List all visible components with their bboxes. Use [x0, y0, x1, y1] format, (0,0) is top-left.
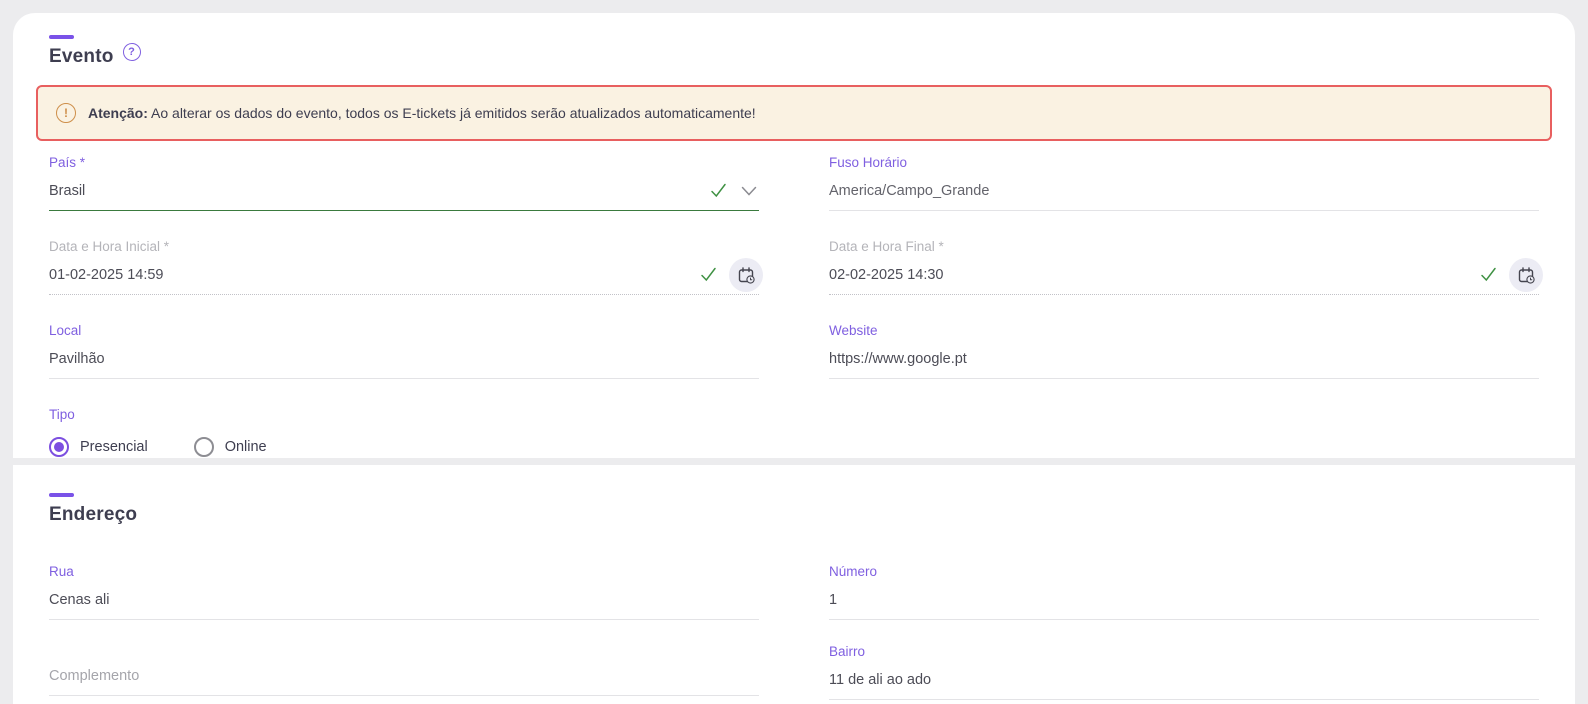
field-complemento [49, 664, 759, 696]
bairro-input[interactable] [829, 672, 1539, 688]
evento-heading-row: Evento ? [49, 43, 1552, 68]
field-pais: País * [49, 155, 759, 211]
numero-label: Número [829, 564, 878, 579]
warning-text: Atenção: Ao alterar os dados do evento, … [88, 105, 756, 121]
radio-presencial-label: Presencial [80, 439, 148, 455]
endereco-right-column: Número Bairro [829, 550, 1539, 700]
rua-label: Rua [49, 564, 74, 579]
warning-icon: ! [56, 103, 76, 123]
numero-input[interactable] [829, 592, 1539, 608]
radio-online-label: Online [224, 439, 267, 455]
endereco-left-column: Rua [49, 550, 759, 700]
field-fuso-horario: Fuso Horário [829, 155, 1539, 211]
data-inicial-label: Data e Hora Inicial * [49, 239, 170, 254]
evento-title: Evento [49, 46, 114, 67]
page: Evento ? ! Atenção: Ao alterar os dados … [0, 0, 1588, 704]
chevron-down-icon[interactable] [739, 182, 759, 200]
datetime-picker-button[interactable] [729, 258, 763, 292]
pais-label: País * [49, 155, 86, 170]
radio-presencial[interactable]: Presencial [49, 437, 148, 457]
evento-section: Evento ? ! Atenção: Ao alterar os dados … [13, 13, 1575, 458]
fuso-horario-label: Fuso Horário [829, 155, 908, 170]
local-label: Local [49, 323, 82, 338]
field-bairro: Bairro [829, 644, 1539, 700]
section-accent-dash [49, 493, 74, 497]
bairro-label: Bairro [829, 644, 866, 659]
valid-check-icon [1481, 267, 1496, 282]
endereco-form-grid: Rua Número [36, 550, 1552, 700]
datetime-picker-button[interactable] [1509, 258, 1543, 292]
warning-text-bold: Atenção: [88, 105, 148, 121]
data-final-label: Data e Hora Final * [829, 239, 944, 254]
field-tipo: Tipo Presencial Online [49, 407, 759, 464]
field-data-final: Data e Hora Final * [829, 239, 1543, 295]
website-label: Website [829, 323, 878, 338]
warning-text-body: Ao alterar os dados do evento, todos os … [147, 105, 756, 121]
rua-input[interactable] [49, 592, 759, 608]
radio-online-circle[interactable] [193, 437, 214, 457]
local-input[interactable] [49, 351, 759, 367]
field-website: Website [829, 323, 1539, 379]
complemento-input[interactable] [49, 668, 759, 684]
field-data-inicial: Data e Hora Inicial * [49, 239, 763, 295]
radio-presencial-circle[interactable] [49, 437, 69, 457]
radio-online[interactable]: Online [193, 437, 267, 457]
warning-alert: ! Atenção: Ao alterar os dados do evento… [36, 85, 1552, 141]
tipo-radio-group: Presencial Online [49, 437, 759, 457]
data-final-input[interactable] [829, 267, 1478, 283]
pais-select[interactable] [49, 183, 708, 199]
evento-right-column: Fuso Horário Data e Hora Final * [829, 141, 1543, 464]
valid-check-icon [701, 267, 716, 282]
endereco-title: Endereço [49, 504, 138, 525]
data-inicial-input[interactable] [49, 267, 698, 283]
field-numero: Número [829, 564, 1539, 620]
help-icon[interactable]: ? [122, 43, 141, 61]
calendar-clock-icon [738, 266, 755, 284]
website-input[interactable] [829, 351, 1539, 367]
endereco-section: Endereço Rua Núme [13, 465, 1575, 704]
endereco-heading-row: Endereço [49, 504, 1552, 526]
field-rua: Rua [49, 564, 759, 620]
tipo-label: Tipo [49, 407, 75, 422]
evento-form-grid: País * Data e Hora Inicial * [36, 141, 1552, 464]
fuso-horario-input[interactable] [829, 183, 1539, 199]
valid-check-icon [711, 183, 726, 198]
calendar-clock-icon [1518, 266, 1535, 284]
section-accent-dash [49, 35, 74, 39]
evento-left-column: País * Data e Hora Inicial * [49, 141, 763, 464]
field-local: Local [49, 323, 759, 379]
